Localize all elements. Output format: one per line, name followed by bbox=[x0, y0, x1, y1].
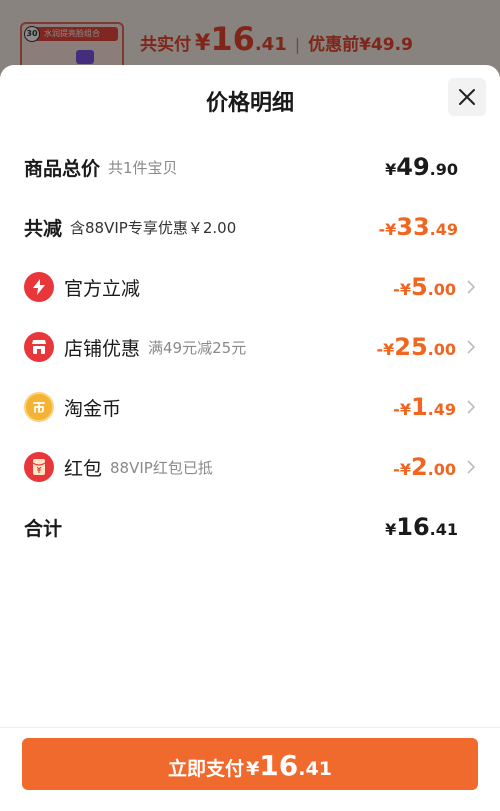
bottom-divider bbox=[0, 727, 500, 728]
row-goods-total: 商品总价 共1件宝贝 ¥49.90 bbox=[0, 145, 500, 189]
amount-prefix: -¥ bbox=[393, 400, 411, 419]
amount-int: 25 bbox=[394, 333, 428, 361]
chevron-right-icon bbox=[467, 460, 476, 474]
amount-dec: .49 bbox=[427, 400, 456, 419]
row-note: 88VIP红包已抵 bbox=[110, 458, 213, 477]
row-official-discount[interactable]: 官方立减 -¥ 5.00 bbox=[0, 265, 500, 309]
row-label: 官方立减 bbox=[64, 277, 141, 300]
amount-prefix: -¥ bbox=[378, 220, 397, 239]
coin-icon bbox=[24, 392, 54, 422]
row-label: 合计 bbox=[24, 517, 63, 540]
row-label: 淘金币 bbox=[64, 397, 122, 420]
pay-dec: .41 bbox=[298, 758, 332, 780]
row-amount: -¥ 5.00 bbox=[393, 273, 456, 301]
amount-dec: .00 bbox=[427, 460, 456, 479]
amount-dec: .90 bbox=[429, 160, 458, 179]
row-note: 满49元减25元 bbox=[148, 338, 247, 357]
row-amount: ¥16.41 bbox=[385, 513, 458, 541]
pay-label: 立即支付 bbox=[168, 758, 245, 780]
pay-yen: ¥ bbox=[246, 758, 260, 780]
close-icon bbox=[459, 89, 475, 105]
row-total-discount: 共减 含88VIP专享优惠￥2.00 -¥ 33.49 bbox=[0, 205, 500, 249]
amount-prefix: -¥ bbox=[393, 280, 411, 299]
row-label: 红包 bbox=[64, 457, 103, 480]
amount-prefix: ¥ bbox=[385, 160, 397, 179]
amount-prefix: -¥ bbox=[393, 460, 411, 479]
row-sum: 合计 ¥16.41 bbox=[0, 505, 500, 549]
row-label: 共减 bbox=[24, 217, 63, 240]
row-amount: -¥ 33.49 bbox=[378, 213, 458, 241]
pay-int: 16 bbox=[259, 749, 299, 782]
sheet-title: 价格明细 bbox=[205, 91, 294, 116]
price-detail-sheet: 价格明细 商品总价 共1件宝贝 ¥49.90 共减 含88VIP专享优惠￥2.0… bbox=[0, 65, 500, 811]
amount-dec: .00 bbox=[427, 340, 456, 359]
amount-int: 2 bbox=[410, 453, 428, 481]
row-taojinbi[interactable]: 淘金币 -¥ 1.49 bbox=[0, 385, 500, 429]
amount-dec: .41 bbox=[429, 520, 458, 539]
row-amount: ¥49.90 bbox=[385, 153, 458, 181]
chevron-right-icon bbox=[467, 340, 476, 354]
row-note: 共1件宝贝 bbox=[108, 158, 178, 177]
amount-int: 1 bbox=[410, 393, 428, 421]
close-button[interactable] bbox=[448, 78, 486, 116]
amount-dec: .00 bbox=[427, 280, 456, 299]
store-icon bbox=[24, 332, 54, 362]
chevron-right-icon bbox=[467, 400, 476, 414]
amount-int: 16 bbox=[396, 513, 430, 541]
row-red-packet[interactable]: 红包 88VIP红包已抵 -¥ 2.00 bbox=[0, 445, 500, 489]
row-amount: -¥ 2.00 bbox=[393, 453, 456, 481]
lightning-icon bbox=[24, 272, 54, 302]
chevron-right-icon bbox=[467, 280, 476, 294]
row-label: 店铺优惠 bbox=[64, 337, 141, 360]
row-store-discount[interactable]: 店铺优惠 满49元减25元 -¥ 25.00 bbox=[0, 325, 500, 369]
amount-dec: .49 bbox=[429, 220, 458, 239]
row-label: 商品总价 bbox=[24, 157, 101, 180]
amount-prefix: -¥ bbox=[376, 340, 395, 359]
red-packet-icon bbox=[24, 452, 54, 482]
row-note: 含88VIP专享优惠￥2.00 bbox=[70, 218, 237, 237]
amount-int: 33 bbox=[396, 213, 430, 241]
pay-now-button[interactable]: 立即支付 ¥ 16 .41 bbox=[22, 738, 478, 790]
screen: 水润提亮脸组合 30 共实付 ¥ 16 .41 | 优惠前¥49.9 价格明细 … bbox=[0, 0, 500, 811]
amount-int: 49 bbox=[396, 153, 430, 181]
amount-int: 5 bbox=[410, 273, 428, 301]
amount-prefix: ¥ bbox=[385, 520, 397, 539]
row-amount: -¥ 25.00 bbox=[376, 333, 456, 361]
row-amount: -¥ 1.49 bbox=[393, 393, 456, 421]
